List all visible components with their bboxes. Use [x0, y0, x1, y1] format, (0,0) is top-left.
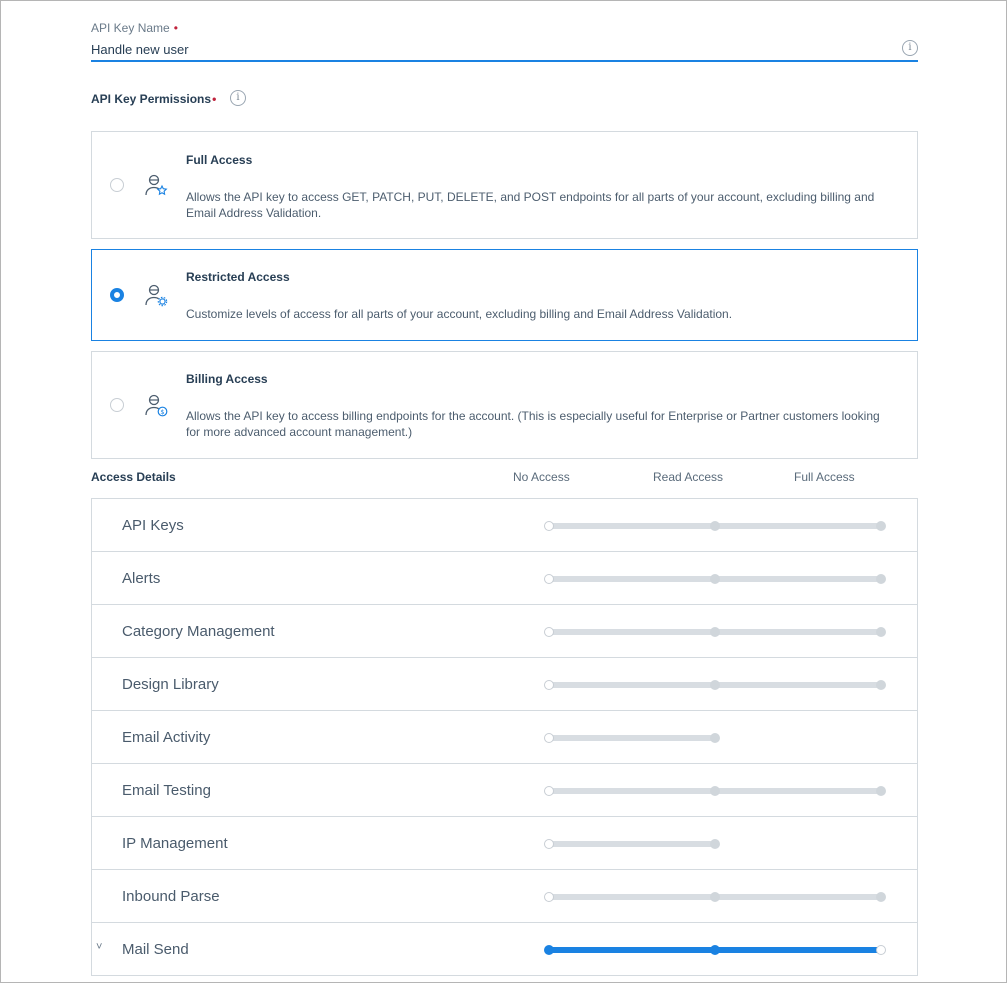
access-row: Inbound Parse — [92, 870, 917, 923]
column-full-access: Full Access — [794, 470, 855, 484]
chevron-down-icon[interactable]: ˅ — [96, 941, 102, 953]
option-title: Restricted Access — [186, 270, 290, 284]
access-level-knob-read-access[interactable] — [710, 521, 720, 531]
column-no-access: No Access — [513, 470, 570, 484]
access-row: ˅ Mail Send — [92, 923, 917, 976]
access-row: Alerts — [92, 552, 917, 605]
access-row-label: Email Testing — [122, 782, 211, 799]
access-level-knob-read-access[interactable] — [710, 733, 720, 743]
access-level-knob-read-access[interactable] — [710, 574, 720, 584]
access-details-header: Access Details No Access Read Access Ful… — [91, 470, 918, 488]
api-key-name-label: API Key Name • — [91, 21, 178, 35]
access-level-knob-no-access[interactable] — [544, 733, 554, 743]
api-key-name-input[interactable] — [91, 38, 918, 62]
option-restricted-access[interactable]: Restricted Access Customize levels of ac… — [91, 249, 918, 341]
option-description: Allows the API key to access billing end… — [186, 409, 880, 439]
option-full-access[interactable]: Full Access Allows the API key to access… — [91, 131, 918, 239]
access-row-label: Category Management — [122, 623, 275, 640]
access-row-label: Design Library — [122, 676, 219, 693]
access-level-knob-full-access[interactable] — [876, 945, 886, 955]
access-level-knob-read-access[interactable] — [710, 945, 720, 955]
access-row-label: Inbound Parse — [122, 888, 220, 905]
access-row-label: Mail Send — [122, 941, 189, 958]
access-level-knob-full-access[interactable] — [876, 521, 886, 531]
access-level-knob-read-access[interactable] — [710, 680, 720, 690]
access-row: Category Management — [92, 605, 917, 658]
permissions-title: API Key Permissions• — [91, 92, 217, 106]
radio-restricted-access[interactable] — [110, 288, 124, 302]
access-level-knob-full-access[interactable] — [876, 786, 886, 796]
access-level-knob-no-access[interactable] — [544, 945, 554, 955]
access-slider-track[interactable] — [549, 841, 715, 847]
access-level-knob-full-access[interactable] — [876, 627, 886, 637]
access-level-knob-no-access[interactable] — [544, 521, 554, 531]
user-dollar-icon: $ — [145, 394, 168, 417]
access-level-knob-full-access[interactable] — [876, 680, 886, 690]
access-level-knob-no-access[interactable] — [544, 892, 554, 902]
access-level-knob-no-access[interactable] — [544, 574, 554, 584]
access-level-knob-no-access[interactable] — [544, 680, 554, 690]
access-level-knob-no-access[interactable] — [544, 627, 554, 637]
access-row: Email Activity — [92, 711, 917, 764]
radio-full-access[interactable] — [110, 178, 124, 192]
access-level-knob-full-access[interactable] — [876, 574, 886, 584]
access-level-knob-read-access[interactable] — [710, 839, 720, 849]
user-star-icon — [145, 174, 168, 196]
info-icon[interactable]: i — [902, 40, 918, 56]
svg-text:$: $ — [160, 408, 164, 416]
access-table: API Keys Alerts Category Management Design … — [91, 498, 918, 976]
column-read-access: Read Access — [653, 470, 724, 484]
access-row-label: Email Activity — [122, 729, 211, 746]
option-title: Billing Access — [186, 372, 268, 386]
access-details-title: Access Details — [91, 470, 176, 484]
user-gear-icon — [145, 284, 168, 307]
access-slider-track[interactable] — [549, 735, 715, 741]
access-level-knob-read-access[interactable] — [710, 786, 720, 796]
access-level-knob-no-access[interactable] — [544, 839, 554, 849]
option-description: Allows the API key to access GET, PATCH,… — [186, 190, 875, 220]
access-row-label: IP Management — [122, 835, 228, 852]
access-level-knob-read-access[interactable] — [710, 627, 720, 637]
radio-billing-access[interactable] — [110, 398, 124, 412]
option-title: Full Access — [186, 153, 253, 167]
access-level-knob-no-access[interactable] — [544, 786, 554, 796]
access-level-knob-full-access[interactable] — [876, 892, 886, 902]
access-row: Email Testing — [92, 764, 917, 817]
required-mark: • — [212, 92, 217, 106]
option-billing-access[interactable]: $ Billing Access Allows the API key to a… — [91, 351, 918, 459]
info-icon[interactable]: i — [230, 90, 246, 106]
access-row-label: API Keys — [122, 517, 184, 534]
access-row: API Keys — [92, 499, 917, 552]
access-row: Design Library — [92, 658, 917, 711]
access-row-label: Alerts — [122, 570, 161, 587]
access-row: IP Management — [92, 817, 917, 870]
required-mark: • — [173, 21, 178, 35]
option-description: Customize levels of access for all parts… — [186, 307, 733, 321]
access-level-knob-read-access[interactable] — [710, 892, 720, 902]
